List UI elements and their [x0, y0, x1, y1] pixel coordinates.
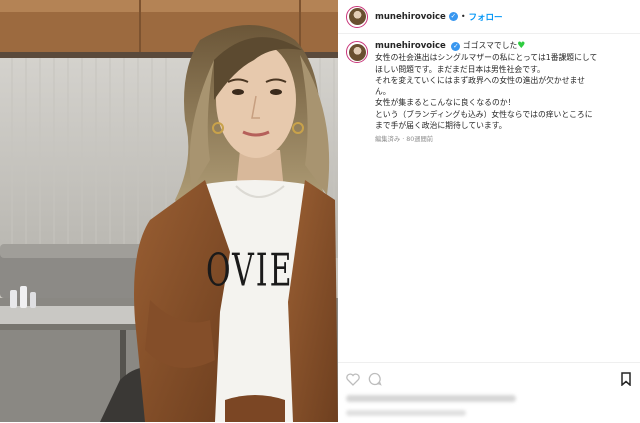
shirt-print-text: OVIE — [206, 245, 294, 298]
caption-body: munehirovoice ✓ ゴゴスマでした♥ 女性の社会進出はシングルマザー… — [375, 40, 631, 146]
caption-line: ほしい問題です。まだまだ日本は男性社会です。 — [375, 64, 545, 74]
avatar-image — [348, 43, 366, 61]
follow-button[interactable]: フォロー — [469, 11, 503, 23]
like-icon[interactable] — [346, 371, 360, 390]
caption-first-line: munehirovoice ✓ ゴゴスマでした♥ — [375, 40, 631, 52]
green-heart-icon: ♥ — [517, 41, 526, 51]
caption-line: 女性が集まるとこんなに良くなるのか！ — [375, 98, 516, 108]
post-header: munehirovoice ✓ • フォロー — [338, 0, 640, 34]
post-meta: 編集済み · 80週間前 — [375, 136, 434, 144]
caption-line: ん。 — [375, 87, 391, 97]
caption-avatar[interactable] — [346, 41, 368, 63]
username-link[interactable]: munehirovoice — [375, 12, 446, 22]
verified-badge-icon: ✓ — [448, 12, 458, 21]
instagram-post: OVIE munehirovoice ✓ • フォロー munehirovoic… — [0, 0, 640, 422]
follow-separator: • — [460, 12, 466, 21]
photo-illustration — [0, 0, 338, 422]
likes-summary-blurred — [346, 395, 516, 402]
bookmark-icon[interactable] — [620, 371, 632, 390]
avatar-image — [348, 8, 366, 25]
caption-username-link[interactable]: munehirovoice — [375, 41, 446, 51]
caption-line: まで手が届く政治に期待しています。 — [375, 121, 507, 131]
comment-icon[interactable] — [368, 371, 382, 390]
post-photo[interactable]: OVIE — [0, 0, 338, 422]
verified-badge-icon: ✓ — [451, 42, 461, 51]
caption-line: という（ブランディングも込み）女性ならではの痒いところに — [375, 109, 593, 119]
comment-preview-blurred — [346, 410, 466, 416]
caption-line: ゴゴスマでした — [462, 41, 518, 50]
post-side-panel: munehirovoice ✓ • フォロー munehirovoice ✓ ゴ… — [338, 0, 640, 422]
avatar[interactable] — [346, 5, 368, 28]
caption-line: それを変えていくにはまず政界への女性の進出が欠かせませ — [375, 75, 585, 85]
caption: munehirovoice ✓ ゴゴスマでした♥ 女性の社会進出はシングルマザー… — [346, 40, 634, 146]
caption-line: 女性の社会進出はシングルマザーの私にとっては1番課題にして — [375, 53, 598, 63]
action-bar — [338, 362, 640, 423]
